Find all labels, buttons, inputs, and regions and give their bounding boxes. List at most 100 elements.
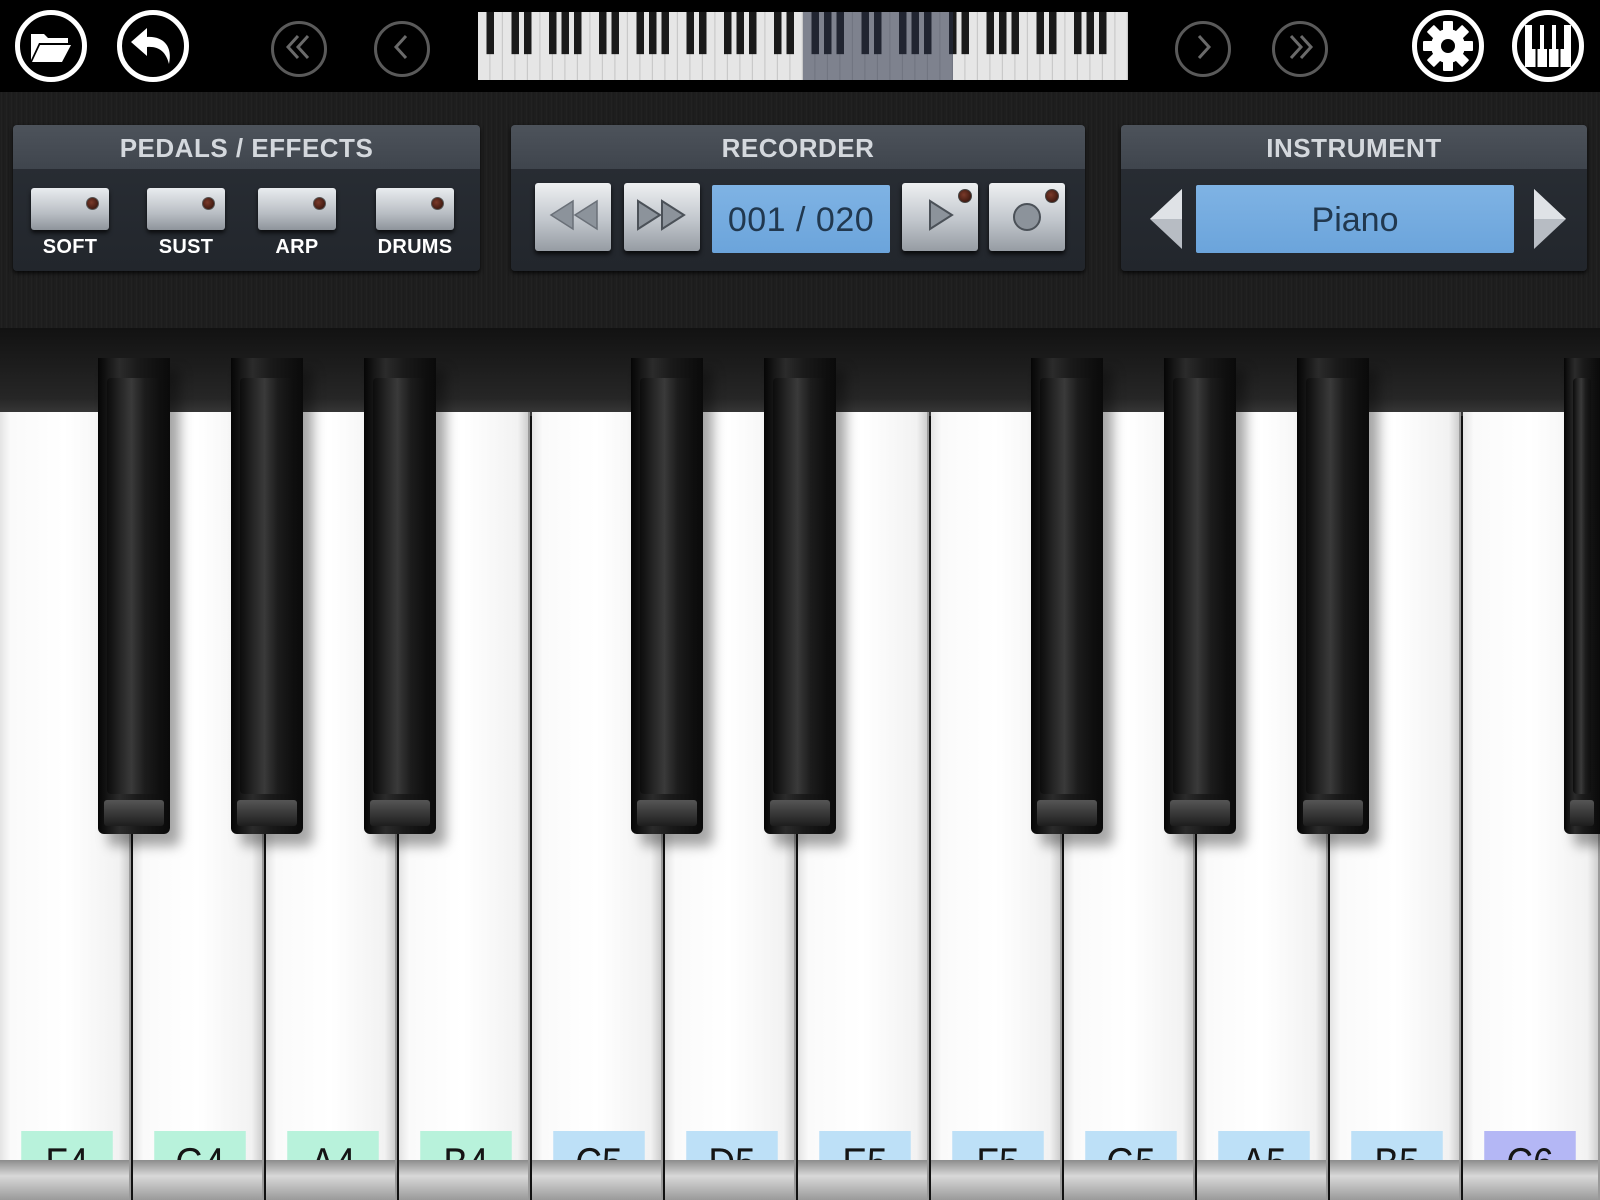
settings-button[interactable]	[1412, 10, 1484, 82]
black-key-g-sharp-5[interactable]	[1164, 358, 1236, 834]
note-label-f4: F4	[21, 1131, 113, 1193]
mini-black-key	[986, 12, 994, 55]
drums-label: DRUMS	[377, 236, 453, 258]
black-key-a-sharp-5[interactable]	[1297, 358, 1369, 834]
double-right-chevron-icon	[1285, 32, 1315, 67]
mini-black-key	[486, 12, 494, 55]
fast-forward-button[interactable]	[624, 183, 700, 251]
next-instrument-icon	[1528, 189, 1572, 259]
next-instrument-button[interactable]	[1528, 183, 1572, 255]
black-key-g-sharp-4[interactable]	[231, 358, 303, 834]
mini-black-key	[749, 12, 757, 55]
mini-black-key	[611, 12, 619, 55]
arp-button[interactable]	[258, 188, 336, 230]
previous-instrument-icon	[1144, 189, 1188, 259]
mini-black-key	[574, 12, 582, 55]
recorder-title: RECORDER	[511, 125, 1085, 169]
mini-black-key	[861, 12, 869, 55]
note-label-e5: E5	[819, 1131, 911, 1193]
mini-black-key	[636, 12, 644, 55]
sustain-pedal-button[interactable]	[147, 188, 225, 230]
note-label-b4: B4	[420, 1131, 512, 1193]
open-folder-icon	[28, 26, 74, 66]
mini-black-key	[774, 12, 782, 55]
mini-black-key	[524, 12, 532, 55]
play-indicator-led	[958, 189, 972, 203]
note-label-a4: A4	[287, 1131, 379, 1193]
mini-black-key	[649, 12, 657, 55]
play-button[interactable]	[902, 183, 978, 251]
back-button[interactable]	[117, 10, 189, 82]
pedals-effects-title: PEDALS / EFFECTS	[13, 125, 480, 169]
record-button[interactable]	[989, 183, 1065, 251]
note-label-g4: G4	[154, 1131, 246, 1193]
record-indicator-led	[1045, 189, 1059, 203]
note-label-a5: A5	[1218, 1131, 1310, 1193]
arpeggiator-toggle[interactable]: ARP	[258, 188, 336, 259]
mini-black-key	[549, 12, 557, 55]
mini-black-key	[824, 12, 832, 55]
mini-black-key	[911, 12, 919, 55]
mini-black-key	[511, 12, 519, 55]
instrument-name-display[interactable]: Piano	[1196, 185, 1514, 253]
top-toolbar	[0, 0, 1600, 92]
note-label-f5: F5	[952, 1131, 1044, 1193]
sustain-pedal-toggle[interactable]: SUST	[147, 188, 225, 259]
mini-black-key	[736, 12, 744, 55]
jump-right-button[interactable]	[1175, 21, 1231, 77]
black-key-f-sharp-5[interactable]	[1031, 358, 1103, 834]
note-label-d5: D5	[686, 1131, 778, 1193]
settings-gear-icon	[1421, 19, 1475, 73]
note-label-c6: C6	[1484, 1131, 1576, 1193]
black-key-c-sharp-6[interactable]	[1564, 358, 1600, 834]
mini-black-key	[1036, 12, 1044, 55]
mini-black-key	[924, 12, 932, 55]
rewind-button[interactable]	[535, 183, 611, 251]
mini-black-key	[561, 12, 569, 55]
soft-indicator-led	[86, 197, 99, 210]
instrument-title: INSTRUMENT	[1121, 125, 1587, 169]
black-key-a-sharp-4[interactable]	[364, 358, 436, 834]
fast-forward-icon	[634, 197, 690, 238]
soft-pedal-toggle[interactable]: SOFT	[31, 188, 109, 259]
jump-left-button[interactable]	[374, 21, 430, 77]
piano-keys-icon	[1523, 23, 1573, 69]
previous-instrument-button[interactable]	[1144, 183, 1188, 255]
back-arrow-icon	[129, 24, 177, 68]
double-left-chevron-icon	[284, 32, 314, 67]
mini-black-key	[724, 12, 732, 55]
sust-label: SUST	[158, 236, 214, 258]
mini-black-key	[599, 12, 607, 55]
jump-right-far-button[interactable]	[1272, 21, 1328, 77]
keyboard-layout-button[interactable]	[1512, 10, 1584, 82]
mini-black-key	[686, 12, 694, 55]
arp-indicator-led	[313, 197, 326, 210]
note-label-g5: G5	[1085, 1131, 1177, 1193]
soft-pedal-button[interactable]	[31, 188, 109, 230]
right-chevron-icon	[1188, 32, 1218, 67]
open-folder-button[interactable]	[15, 10, 87, 82]
sustain-indicator-led	[202, 197, 215, 210]
mini-black-key	[874, 12, 882, 55]
mini-black-key	[899, 12, 907, 55]
rewind-icon	[545, 197, 601, 238]
jump-left-far-button[interactable]	[271, 21, 327, 77]
drums-indicator-led	[431, 197, 444, 210]
mini-black-key	[1011, 12, 1019, 55]
keyboard-overview-slider[interactable]	[478, 12, 1128, 80]
mini-black-key	[786, 12, 794, 55]
black-key-c-sharp-5[interactable]	[631, 358, 703, 834]
drums-button[interactable]	[376, 188, 454, 230]
black-key-d-sharp-5[interactable]	[764, 358, 836, 834]
mini-black-key	[699, 12, 707, 55]
mini-black-key	[661, 12, 669, 55]
mini-black-key	[1086, 12, 1094, 55]
note-label-c5: C5	[553, 1131, 645, 1193]
black-key-f-sharp-4[interactable]	[98, 358, 170, 834]
recording-counter: 001 / 020	[712, 185, 890, 253]
soft-label: SOFT	[42, 236, 98, 258]
arp-label: ARP	[275, 236, 319, 258]
mini-white-key	[1115, 12, 1127, 80]
mini-black-key	[811, 12, 819, 55]
drums-toggle[interactable]: DRUMS	[376, 188, 454, 259]
